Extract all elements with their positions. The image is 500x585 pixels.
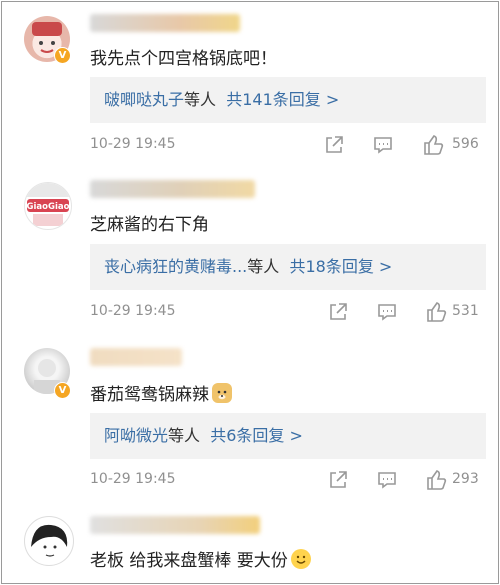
verified-badge: V — [54, 382, 71, 399]
username-blurred[interactable] — [90, 180, 255, 198]
doge-emoji — [212, 383, 232, 403]
comment-list: V 我先点个四宫格锅底吧！ 啵唧哒丸子等人 共141条回复 > 10-29 19… — [1, 1, 499, 584]
comment-text: 我先点个四宫格锅底吧！ — [90, 49, 277, 69]
username-blurred[interactable] — [90, 348, 182, 366]
comment-meta: 10-29 19:45 531 — [90, 301, 486, 323]
replies-summary[interactable]: 啵唧哒丸子等人 共141条回复 > — [90, 77, 486, 123]
thumbs-up-icon[interactable] — [425, 301, 447, 323]
share-icon[interactable] — [323, 134, 345, 156]
reply-count-link[interactable]: 共6条回复 > — [210, 413, 303, 459]
like-count: 293 — [452, 471, 479, 487]
replies-summary[interactable]: 丧心病狂的黄赌毒...等人 共18条回复 > — [90, 244, 486, 290]
reply-users[interactable]: 啵唧哒丸子 — [90, 77, 184, 123]
thumbs-up-icon[interactable] — [422, 134, 444, 156]
replies-summary[interactable]: 阿呦微光等人 共6条回复 > — [90, 413, 486, 459]
comment-icon[interactable] — [372, 134, 394, 156]
comment-text: 番茄鸳鸯锅麻辣 — [90, 380, 232, 405]
comment-text: 老板 给我来盘蟹棒 要大份 — [90, 546, 311, 571]
like-count: 596 — [452, 136, 479, 152]
comment-meta: 10-29 19:45 293 — [90, 469, 486, 491]
like-count: 531 — [452, 303, 479, 319]
comment-item: V 我先点个四宫格锅底吧！ 啵唧哒丸子等人 共141条回复 > 10-29 19… — [2, 2, 498, 167]
timestamp: 10-29 19:45 — [90, 136, 176, 152]
comment-text-content: 番茄鸳鸯锅麻辣 — [90, 385, 209, 405]
thumbs-up-icon[interactable] — [425, 469, 447, 491]
reply-count-link[interactable]: 共18条回复 > — [289, 244, 392, 290]
username-blurred[interactable] — [90, 14, 240, 32]
comment-text: 芝麻酱的右下角 — [90, 215, 209, 235]
comment-icon[interactable] — [376, 469, 398, 491]
reply-count-link[interactable]: 共141条回复 > — [226, 77, 339, 123]
reply-suffix: 等人 — [168, 426, 201, 445]
avatar[interactable] — [24, 516, 74, 566]
reply-suffix: 等人 — [247, 257, 280, 276]
username-blurred[interactable] — [90, 516, 260, 534]
comment-item: V 番茄鸳鸯锅麻辣 阿呦微光等人 共6条回复 > 10-29 19:45 293 — [2, 340, 498, 510]
reply-users[interactable]: 丧心病狂的黄赌毒... — [90, 244, 247, 290]
share-icon[interactable] — [327, 469, 349, 491]
comment-meta: 10-29 19:45 596 — [90, 134, 486, 156]
comment-text-content: 老板 给我来盘蟹棒 要大份 — [90, 551, 288, 571]
timestamp: 10-29 19:45 — [90, 471, 176, 487]
smile-emoji — [290, 549, 311, 569]
avatar[interactable]: GiaoGiao — [24, 182, 72, 230]
reply-users[interactable]: 阿呦微光 — [90, 413, 168, 459]
avatar-label: GiaoGiao — [27, 202, 70, 212]
comment-item: GiaoGiao 芝麻酱的右下角 丧心病狂的黄赌毒...等人 共18条回复 > … — [2, 170, 498, 340]
timestamp: 10-29 19:45 — [90, 303, 176, 319]
share-icon[interactable] — [327, 301, 349, 323]
verified-badge: V — [54, 47, 71, 64]
reply-suffix: 等人 — [184, 90, 217, 109]
comment-item: 老板 给我来盘蟹棒 要大份 — [2, 510, 498, 583]
comment-icon[interactable] — [376, 301, 398, 323]
